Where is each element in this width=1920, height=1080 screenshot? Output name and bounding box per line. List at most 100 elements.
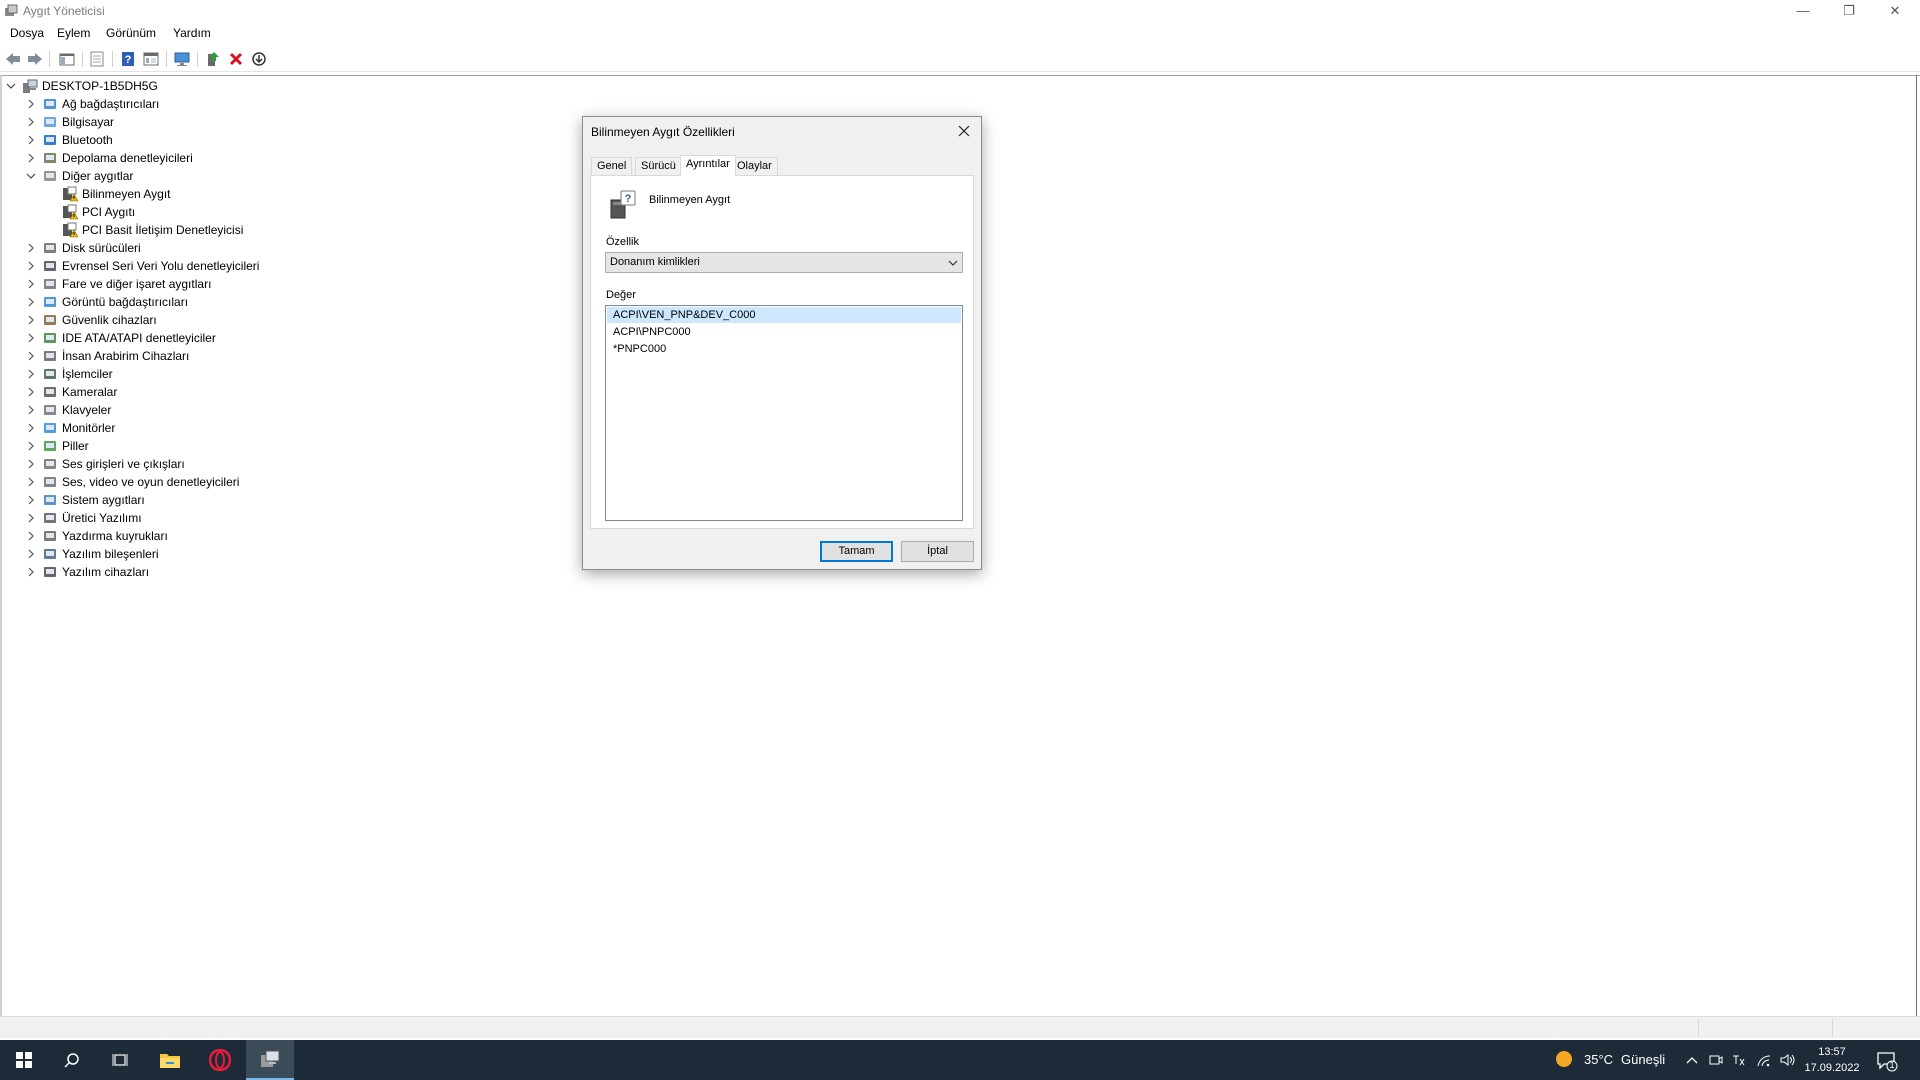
- chevron-right-icon[interactable]: [26, 549, 36, 559]
- search-button[interactable]: [48, 1040, 96, 1080]
- chevron-right-icon[interactable]: [26, 243, 36, 253]
- input-language-icon[interactable]: [1730, 1052, 1746, 1068]
- weather-widget[interactable]: 35°C Güneşli: [1556, 1051, 1665, 1067]
- volume-icon[interactable]: [1780, 1052, 1796, 1068]
- back-button[interactable]: [3, 49, 23, 69]
- value-listbox[interactable]: ACPI\VEN_PNP&DEV_C000 ACPI\PNPC000 *PNPC…: [605, 305, 963, 521]
- value-list-item[interactable]: *PNPC000: [607, 341, 961, 357]
- svg-text:?: ?: [625, 193, 632, 205]
- wifi-icon[interactable]: [1756, 1052, 1772, 1068]
- tab-general[interactable]: Genel: [591, 157, 633, 175]
- chevron-right-icon[interactable]: [26, 387, 36, 397]
- tree-category[interactable]: Bilgisayar: [26, 113, 114, 131]
- device-manager-task-button[interactable]: [246, 1040, 294, 1080]
- tree-device[interactable]: PCI Basit İletişim Denetleyicisi: [62, 221, 243, 239]
- tree-category[interactable]: Üretici Yazılımı: [26, 509, 142, 527]
- opera-button[interactable]: [196, 1040, 244, 1080]
- menu-action[interactable]: Eylem: [57, 26, 90, 40]
- chevron-right-icon[interactable]: [26, 495, 36, 505]
- chevron-right-icon[interactable]: [26, 333, 36, 343]
- chevron-right-icon[interactable]: [26, 567, 36, 577]
- unknown-device-warning-icon: [62, 186, 79, 202]
- forward-button[interactable]: [25, 49, 45, 69]
- chevron-right-icon[interactable]: [26, 369, 36, 379]
- tree-category[interactable]: Monitörler: [26, 419, 115, 437]
- uninstall-device-button[interactable]: [226, 49, 246, 69]
- chevron-right-icon[interactable]: [26, 135, 36, 145]
- tree-category[interactable]: Evrensel Seri Veri Yolu denetleyicileri: [26, 257, 259, 275]
- tree-category[interactable]: Diğer aygıtlar: [26, 167, 133, 185]
- tree-category[interactable]: Fare ve diğer işaret aygıtları: [26, 275, 211, 293]
- task-view-button[interactable]: [96, 1040, 144, 1080]
- ok-button[interactable]: Tamam: [820, 541, 893, 562]
- tree-category[interactable]: Piller: [26, 437, 89, 455]
- menu-help[interactable]: Yardım: [173, 26, 211, 40]
- tree-category[interactable]: İnsan Arabirim Cihazları: [26, 347, 189, 365]
- dialog-close-button[interactable]: [953, 121, 975, 141]
- chevron-right-icon[interactable]: [26, 441, 36, 451]
- tree-category[interactable]: IDE ATA/ATAPI denetleyiciler: [26, 329, 216, 347]
- file-explorer-button[interactable]: [146, 1040, 194, 1080]
- help-button[interactable]: ?: [118, 49, 138, 69]
- chevron-right-icon[interactable]: [26, 99, 36, 109]
- tree-category[interactable]: Klavyeler: [26, 401, 111, 419]
- property-dropdown[interactable]: Donanım kimlikleri: [605, 252, 963, 273]
- update-driver-button[interactable]: [203, 49, 223, 69]
- value-list-item[interactable]: ACPI\VEN_PNP&DEV_C000: [607, 307, 961, 323]
- tree-category[interactable]: Ağ bağdaştırıcıları: [26, 95, 159, 113]
- tree-category[interactable]: Yazılım bileşenleri: [26, 545, 158, 563]
- notification-center-button[interactable]: 1: [1876, 1050, 1898, 1072]
- tree-category[interactable]: Yazdırma kuyrukları: [26, 527, 168, 545]
- tree-category-label: Disk sürücüleri: [62, 241, 141, 255]
- tab-events[interactable]: Olaylar: [731, 157, 778, 175]
- show-hidden-icons-button[interactable]: [1684, 1052, 1700, 1068]
- tree-category[interactable]: Görüntü bağdaştırıcıları: [26, 293, 188, 311]
- chevron-right-icon[interactable]: [26, 459, 36, 469]
- chevron-right-icon[interactable]: [26, 423, 36, 433]
- chevron-right-icon[interactable]: [26, 279, 36, 289]
- chevron-right-icon[interactable]: [26, 153, 36, 163]
- tree-category[interactable]: Sistem aygıtları: [26, 491, 145, 509]
- tree-category[interactable]: Kameralar: [26, 383, 117, 401]
- chevron-down-icon[interactable]: [6, 81, 16, 91]
- chevron-right-icon[interactable]: [26, 261, 36, 271]
- properties-button[interactable]: [87, 49, 107, 69]
- chevron-right-icon[interactable]: [26, 117, 36, 127]
- chevron-right-icon[interactable]: [26, 405, 36, 415]
- storage-controller-icon: [42, 150, 58, 166]
- menu-file[interactable]: Dosya: [10, 26, 44, 40]
- scan-hardware-button[interactable]: [172, 49, 192, 69]
- tree-category[interactable]: İşlemciler: [26, 365, 113, 383]
- tree-category[interactable]: Ses, video ve oyun denetleyicileri: [26, 473, 239, 491]
- chevron-right-icon[interactable]: [26, 297, 36, 307]
- meet-now-icon[interactable]: [1708, 1052, 1724, 1068]
- view-button[interactable]: [141, 49, 161, 69]
- tree-category[interactable]: Disk sürücüleri: [26, 239, 141, 257]
- chevron-right-icon[interactable]: [26, 477, 36, 487]
- tree-device[interactable]: Bilinmeyen Aygıt: [62, 185, 171, 203]
- close-window-button[interactable]: ✕: [1872, 0, 1918, 22]
- tree-device[interactable]: PCI Aygıtı: [62, 203, 135, 221]
- chevron-right-icon[interactable]: [26, 351, 36, 361]
- restore-button[interactable]: ❐: [1826, 0, 1872, 22]
- chevron-right-icon[interactable]: [26, 513, 36, 523]
- tree-category[interactable]: Ses girişleri ve çıkışları: [26, 455, 185, 473]
- minimize-button[interactable]: —: [1780, 0, 1826, 22]
- start-button[interactable]: [0, 1040, 48, 1080]
- show-hide-console-tree-button[interactable]: [57, 49, 77, 69]
- chevron-right-icon[interactable]: [26, 531, 36, 541]
- tab-details[interactable]: Ayrıntılar: [680, 155, 736, 176]
- tab-driver[interactable]: Sürücü: [635, 157, 682, 175]
- menu-view[interactable]: Görünüm: [106, 26, 156, 40]
- chevron-right-icon[interactable]: [26, 315, 36, 325]
- chevron-down-icon[interactable]: [26, 171, 36, 181]
- tree-category[interactable]: Güvenlik cihazları: [26, 311, 157, 329]
- tree-category[interactable]: Bluetooth: [26, 131, 113, 149]
- tree-root[interactable]: DESKTOP-1B5DH5G: [6, 77, 158, 95]
- cancel-button[interactable]: İptal: [901, 541, 974, 562]
- system-clock[interactable]: 13:57 17.09.2022: [1804, 1044, 1860, 1076]
- tree-category[interactable]: Depolama denetleyicileri: [26, 149, 193, 167]
- disable-device-button[interactable]: [249, 49, 269, 69]
- value-list-item[interactable]: ACPI\PNPC000: [607, 324, 961, 340]
- tree-category[interactable]: Yazılım cihazları: [26, 563, 149, 581]
